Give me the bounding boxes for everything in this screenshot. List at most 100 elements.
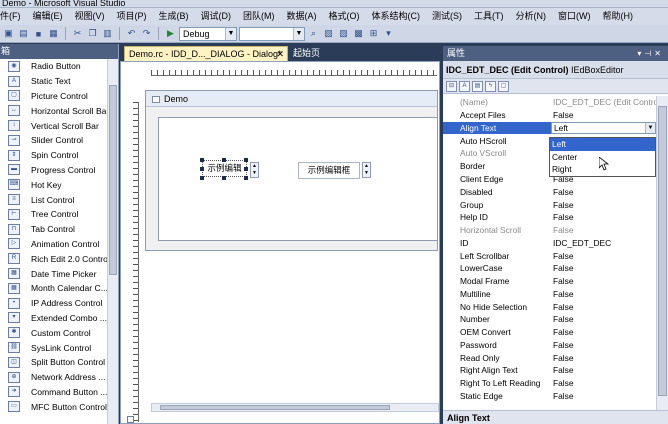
menu-data[interactable]: 数据(A)	[281, 8, 323, 25]
toolbox-item[interactable]: ▢ Picture Control	[0, 89, 107, 104]
paste-icon[interactable]: ▥	[101, 27, 114, 40]
properties-scrollbar[interactable]	[656, 96, 668, 410]
edit-control[interactable]: 示例编辑框	[298, 162, 360, 179]
menu-architecture[interactable]: 体系结构(C)	[366, 8, 427, 25]
toolbox-item[interactable]: ⊢ Tree Control	[0, 207, 107, 222]
property-row[interactable]: Static Edge False	[443, 390, 656, 403]
auto-hide-icon[interactable]: ⊣	[644, 49, 654, 58]
property-row[interactable]: Modal Frame False	[443, 275, 656, 288]
menu-view[interactable]: 视图(V)	[69, 8, 111, 25]
toolbox-item[interactable]: ⊕ Network Address ...	[0, 370, 107, 385]
menu-format[interactable]: 格式(O)	[323, 8, 366, 25]
menu-edit[interactable]: 编辑(E)	[27, 8, 69, 25]
edit-control-selected[interactable]: 示例编辑	[202, 160, 247, 177]
toolbox-item[interactable]: ✱ Custom Control	[0, 325, 107, 340]
alphabetical-icon[interactable]: A	[459, 80, 470, 92]
resize-handle[interactable]	[244, 176, 248, 180]
tab-start-page[interactable]: 起始页	[289, 46, 329, 61]
new-project-icon[interactable]: ▣	[2, 27, 15, 40]
find-icon[interactable]: ⌕	[307, 27, 320, 40]
property-row[interactable]: Right Align Text False	[443, 364, 656, 377]
menu-help[interactable]: 帮助(H)	[597, 8, 640, 25]
save-icon[interactable]: ■	[32, 27, 45, 40]
copy-icon[interactable]: ❐	[86, 27, 99, 40]
menu-tools[interactable]: 工具(T)	[468, 8, 510, 25]
platform-combo[interactable]: ▼	[239, 26, 305, 41]
toolbox-item[interactable]: ≡ List Control	[0, 192, 107, 207]
options-dropdown-icon[interactable]: ▾	[382, 27, 395, 40]
chevron-down-icon[interactable]: ▼	[225, 27, 236, 40]
toolbox-item[interactable]: ⛓ SysLink Control	[0, 340, 107, 355]
chevron-down-icon[interactable]: ▼	[645, 122, 655, 133]
resize-handle[interactable]	[200, 176, 204, 180]
redo-icon[interactable]: ↷	[140, 27, 153, 40]
categorized-icon[interactable]: ⊟	[446, 80, 457, 92]
menu-test[interactable]: 测试(S)	[426, 8, 468, 25]
resize-handle[interactable]	[200, 167, 204, 171]
resize-handle[interactable]	[244, 167, 248, 171]
resize-handle[interactable]	[222, 158, 226, 162]
editor-horizontal-scrollbar[interactable]	[151, 403, 439, 412]
start-debugging-icon[interactable]: ▶	[164, 27, 177, 40]
toolbox-item[interactable]: ↕ Vertical Scroll Bar	[0, 118, 107, 133]
property-row[interactable]: (Name) IDC_EDT_DEC (Edit Control)	[443, 96, 656, 109]
menu-build[interactable]: 生成(B)	[153, 8, 195, 25]
toolbox-item[interactable]: ⊸ Slider Control	[0, 133, 107, 148]
spin-control[interactable]: ▲ ▼	[250, 162, 259, 178]
properties-view-icon[interactable]: ▤	[472, 80, 483, 92]
scrollbar-thumb[interactable]	[109, 85, 117, 275]
property-row[interactable]: Read Only False	[443, 351, 656, 364]
toolbox-item[interactable]: ▭ MFC Button Control	[0, 399, 107, 414]
property-row[interactable]: OEM Convert False	[443, 326, 656, 339]
property-row[interactable]: Group False	[443, 198, 656, 211]
properties-icon[interactable]: ▨	[337, 27, 350, 40]
spin-control[interactable]: ▲ ▼	[362, 162, 371, 178]
menu-project[interactable]: 项目(P)	[111, 8, 153, 25]
undo-icon[interactable]: ↶	[125, 27, 138, 40]
dropdown-option-left[interactable]: Left	[550, 138, 655, 151]
property-row[interactable]: ID IDC_EDT_DEC	[443, 236, 656, 249]
property-row[interactable]: LowerCase False	[443, 262, 656, 275]
option-checkbox[interactable]	[127, 416, 134, 423]
toolbox-scrollbar[interactable]	[107, 59, 118, 424]
close-icon[interactable]: ✕	[654, 49, 664, 58]
save-all-icon[interactable]: ▦	[47, 27, 60, 40]
toolbox-item[interactable]: ⇕ Spin Control	[0, 148, 107, 163]
property-row[interactable]: Password False	[443, 339, 656, 352]
dialog-preview[interactable]: Demo	[145, 90, 438, 251]
toolbox-icon[interactable]: ▩	[352, 27, 365, 40]
toolbox-item[interactable]: ◉ Radio Button	[0, 59, 107, 74]
toolbox-item[interactable]: ▾ Extended Combo ...	[0, 311, 107, 326]
resize-handle[interactable]	[222, 176, 226, 180]
extensions-icon[interactable]: ⊞	[367, 27, 380, 40]
toolbox-item[interactable]: ↔ Horizontal Scroll Bar	[0, 103, 107, 118]
property-row[interactable]: Horizontal Scroll False	[443, 224, 656, 237]
solution-config-combo[interactable]: Debug ▼	[179, 26, 237, 41]
scrollbar-thumb[interactable]	[658, 106, 667, 396]
resize-handle[interactable]	[244, 158, 248, 162]
property-row[interactable]: No Hide Selection False	[443, 300, 656, 313]
object-selector[interactable]: IDC_EDT_DEC (Edit Control) IEdBoxEditor	[443, 61, 668, 79]
toolbox-item[interactable]: ⌨ Hot Key	[0, 177, 107, 192]
property-row[interactable]: Disabled False	[443, 185, 656, 198]
property-row[interactable]: Help ID False	[443, 211, 656, 224]
property-row-selected[interactable]: Align Text Left ▼	[443, 121, 656, 135]
property-row[interactable]: Number False	[443, 313, 656, 326]
open-file-icon[interactable]: ▤	[17, 27, 30, 40]
property-row[interactable]: Right To Left Reading False	[443, 377, 656, 390]
tab-demo-rc-dialog[interactable]: Demo.rc - IDD_D..._DIALOG - Dialog* ✕	[124, 46, 288, 61]
solution-explorer-icon[interactable]: ▧	[322, 27, 335, 40]
toolbox-item[interactable]: ▬ Progress Control	[0, 163, 107, 178]
close-icon[interactable]: ✕	[276, 47, 284, 62]
toolbox-item[interactable]: ➜ Command Button ...	[0, 385, 107, 400]
menu-team[interactable]: 团队(M)	[237, 8, 281, 25]
menu-analyze[interactable]: 分析(N)	[510, 8, 553, 25]
cut-icon[interactable]: ✂	[71, 27, 84, 40]
toolbox-item[interactable]: ◫ Split Button Control	[0, 355, 107, 370]
property-row[interactable]: Left Scrollbar False	[443, 249, 656, 262]
resize-handle[interactable]	[200, 158, 204, 162]
menu-file[interactable]: 件(F)	[0, 8, 27, 25]
menu-window[interactable]: 窗口(W)	[552, 8, 597, 25]
toolbox-item[interactable]: ⊓ Tab Control	[0, 222, 107, 237]
property-row[interactable]: Multiline False	[443, 287, 656, 300]
